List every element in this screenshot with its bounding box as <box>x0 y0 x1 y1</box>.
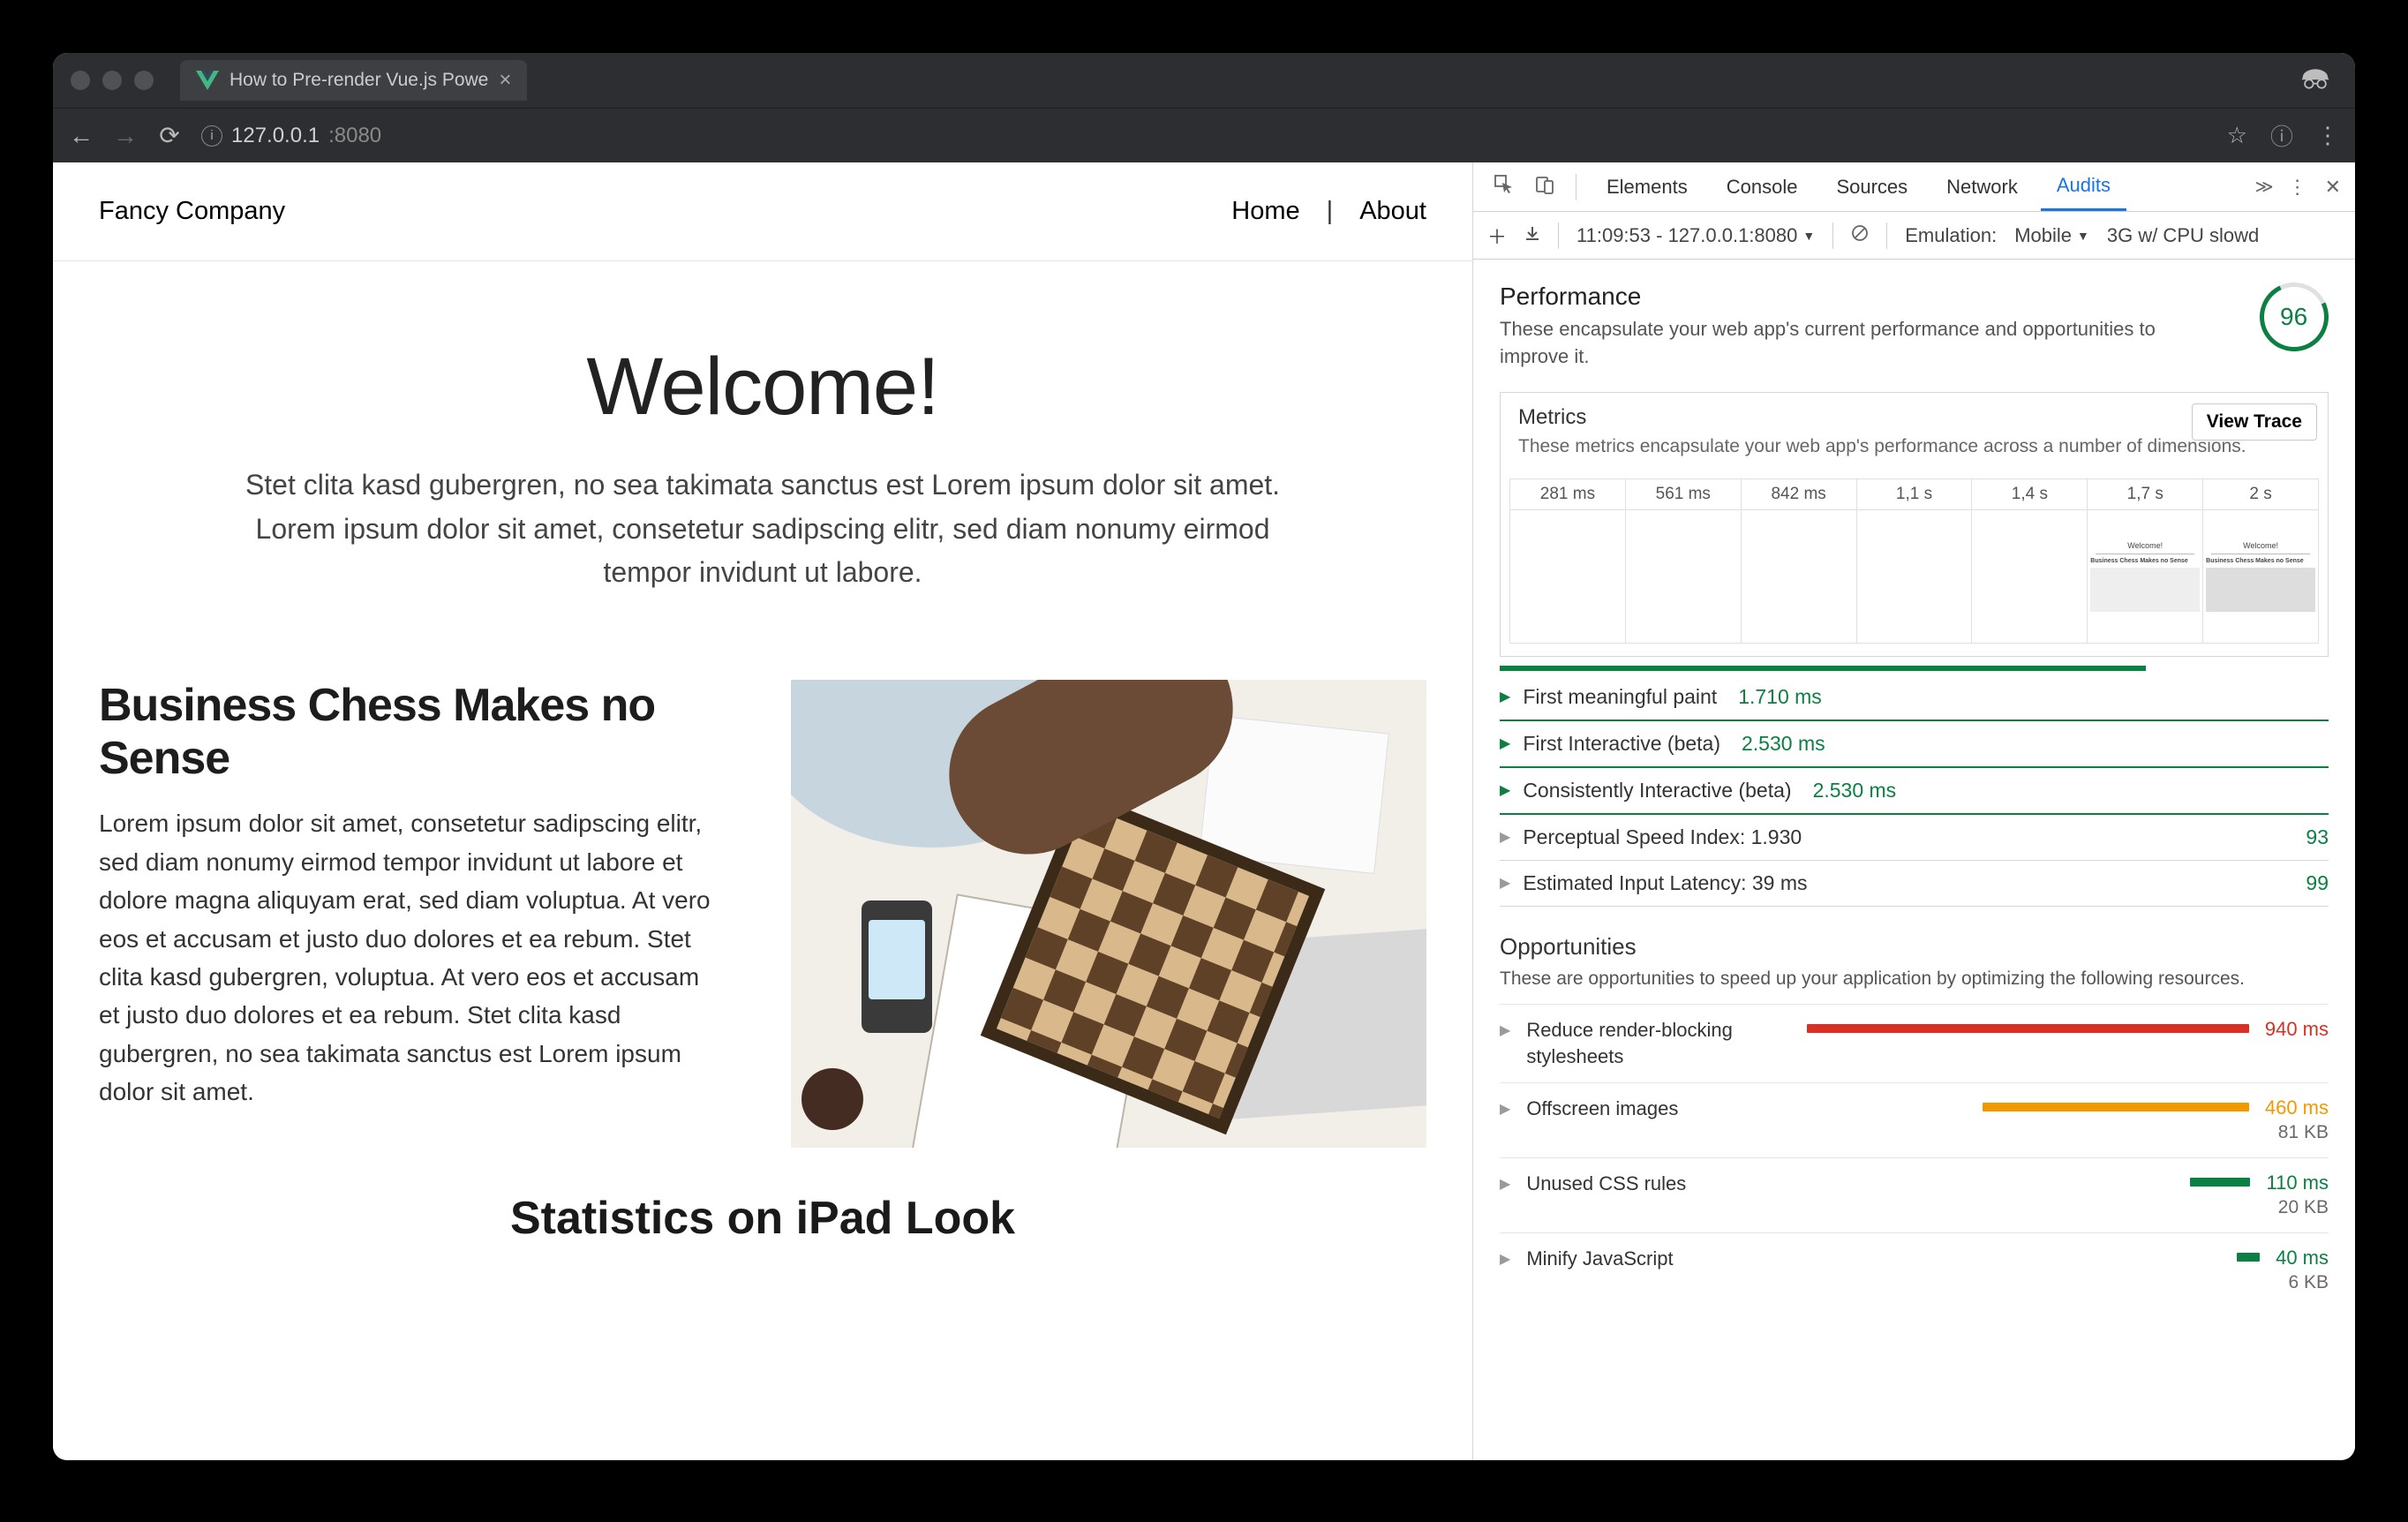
tab-strip: How to Pre-render Vue.js Powe × <box>53 53 2355 108</box>
article-heading: Business Chess Makes no Sense <box>99 680 754 786</box>
url-host: 127.0.0.1 <box>231 124 320 148</box>
devtools-panel: Elements Console Sources Network Audits … <box>1472 162 2355 1460</box>
expand-icon: ▶ <box>1500 874 1510 892</box>
back-button[interactable]: ← <box>69 122 94 150</box>
devtools-tabbar: Elements Console Sources Network Audits … <box>1473 162 2355 212</box>
opp-render-blocking[interactable]: ▶ Reduce render-blocking stylesheets 940… <box>1500 1004 2329 1081</box>
tab-elements[interactable]: Elements <box>1591 162 1704 211</box>
download-report-icon[interactable] <box>1524 224 1540 247</box>
url-display[interactable]: i 127.0.0.1 :8080 <box>201 124 381 148</box>
tab-sources[interactable]: Sources <box>1820 162 1923 211</box>
close-tab-icon[interactable]: × <box>499 68 511 93</box>
hero-heading: Welcome! <box>230 341 1296 433</box>
reload-button[interactable]: ⟳ <box>157 121 182 150</box>
timeline-bar <box>1500 666 2146 671</box>
expand-icon: ▶ <box>1500 735 1510 752</box>
performance-score: 96 <box>2250 273 2338 361</box>
device-toolbar-icon[interactable] <box>1528 175 1561 200</box>
opportunity-bar <box>2190 1178 2250 1187</box>
desktop-background: How to Pre-render Vue.js Powe × ← → ⟳ i … <box>0 0 2408 1522</box>
new-audit-icon[interactable]: ＋ <box>1487 222 1507 250</box>
report-selector[interactable]: 11:09:53 - 127.0.0.1:8080 ▼ <box>1576 224 1815 247</box>
nav-link-about[interactable]: About <box>1359 197 1426 226</box>
site-navbar: Fancy Company Home | About <box>53 162 1472 261</box>
performance-desc: These encapsulate your web app's current… <box>1500 316 2171 371</box>
browser-tab[interactable]: How to Pre-render Vue.js Powe × <box>180 60 527 101</box>
content-area: Fancy Company Home | About Welcome! Stet… <box>53 162 2355 1460</box>
expand-icon: ▶ <box>1500 1096 1510 1118</box>
opp-minify-js[interactable]: ▶ Minify JavaScript 40 ms6 KB <box>1500 1232 2329 1307</box>
expand-icon: ▶ <box>1500 688 1510 705</box>
brand-logo[interactable]: Fancy Company <box>99 197 285 226</box>
tab-title: How to Pre-render Vue.js Powe <box>230 70 488 91</box>
close-dot-icon[interactable] <box>71 71 90 90</box>
browser-menu-icon[interactable]: ⋮ <box>2316 122 2339 149</box>
browser-window: How to Pre-render Vue.js Powe × ← → ⟳ i … <box>53 53 2355 1460</box>
metric-first-interactive[interactable]: ▶ First Interactive (beta) 2.530 ms <box>1500 721 2329 768</box>
address-bar: ← → ⟳ i 127.0.0.1 :8080 ☆ ⓘ ⋮ <box>53 108 2355 162</box>
network-throttle[interactable]: 3G w/ CPU slowd <box>2107 224 2259 247</box>
vue-favicon-icon <box>196 71 219 90</box>
opp-unused-css[interactable]: ▶ Unused CSS rules 110 ms20 KB <box>1500 1157 2329 1232</box>
hero-section: Welcome! Stet clita kasd gubergren, no s… <box>53 261 1472 648</box>
article-paragraph: Lorem ipsum dolor sit amet, consetetur s… <box>99 804 717 1111</box>
audits-report: Performance These encapsulate your web a… <box>1473 260 2355 1460</box>
minimize-dot-icon[interactable] <box>102 71 122 90</box>
nav-link-home[interactable]: Home <box>1231 197 1299 226</box>
next-article-heading: Statistics on iPad Look <box>53 1148 1472 1245</box>
devtools-menu-icon[interactable]: ⋮ <box>2288 176 2307 199</box>
opportunity-bar <box>1807 1024 2249 1033</box>
opportunity-bar <box>2237 1253 2260 1262</box>
forward-button[interactable]: → <box>113 122 138 150</box>
opportunities-section: Opportunities These are opportunities to… <box>1500 933 2329 1307</box>
filmstrip: 281 ms 561 ms 842 ms 1,1 s 1,4 s 1,7 sWe… <box>1501 471 2328 656</box>
hero-paragraph: Stet clita kasd gubergren, no sea takima… <box>230 463 1296 595</box>
url-port: :8080 <box>328 124 381 148</box>
expand-icon: ▶ <box>1500 1017 1510 1039</box>
metric-consistently-interactive[interactable]: ▶ Consistently Interactive (beta) 2.530 … <box>1500 768 2329 815</box>
rendered-page: Fancy Company Home | About Welcome! Stet… <box>53 162 1472 1460</box>
article-image <box>791 680 1426 1148</box>
opportunity-bar <box>1983 1103 2249 1111</box>
expand-icon: ▶ <box>1500 781 1510 799</box>
opportunities-desc: These are opportunities to speed up your… <box>1500 966 2329 991</box>
metric-input-latency[interactable]: ▶ Estimated Input Latency: 39 ms 99 <box>1500 861 2329 907</box>
incognito-icon <box>2299 65 2332 96</box>
expand-icon: ▶ <box>1500 1171 1510 1193</box>
tab-audits[interactable]: Audits <box>2041 162 2126 211</box>
devtools-close-icon[interactable]: ✕ <box>2325 176 2341 199</box>
emulation-selector[interactable]: Mobile ▼ <box>2014 224 2089 247</box>
site-info-icon[interactable]: i <box>201 125 222 147</box>
expand-icon: ▶ <box>1500 1246 1510 1268</box>
article-section: Business Chess Makes no Sense Lorem ipsu… <box>53 648 1472 1148</box>
opportunities-heading: Opportunities <box>1500 933 2329 961</box>
tab-network[interactable]: Network <box>1930 162 2034 211</box>
overflow-tabs-icon[interactable]: ≫ <box>2255 176 2270 198</box>
inspect-element-icon[interactable] <box>1487 175 1521 200</box>
expand-icon: ▶ <box>1500 828 1510 846</box>
bookmark-star-icon[interactable]: ☆ <box>2227 122 2247 149</box>
nav-separator: | <box>1327 197 1334 226</box>
clear-icon[interactable] <box>1851 224 1869 247</box>
view-trace-button[interactable]: View Trace <box>2192 403 2317 441</box>
maximize-dot-icon[interactable] <box>134 71 154 90</box>
tab-console[interactable]: Console <box>1711 162 1814 211</box>
opp-offscreen-images[interactable]: ▶ Offscreen images 460 ms81 KB <box>1500 1082 2329 1157</box>
window-controls[interactable] <box>71 71 154 90</box>
audits-toolbar: ＋ 11:09:53 - 127.0.0.1:8080 ▼ Emulation:… <box>1473 212 2355 260</box>
metric-fmp[interactable]: ▶ First meaningful paint 1.710 ms <box>1500 674 2329 721</box>
metric-speed-index[interactable]: ▶ Perceptual Speed Index: 1.930 93 <box>1500 815 2329 861</box>
performance-heading: Performance <box>1500 283 2171 311</box>
metrics-card: View Trace Metrics These metrics encapsu… <box>1500 392 2329 657</box>
emulation-label: Emulation: <box>1905 224 1997 247</box>
page-info-icon[interactable]: ⓘ <box>2270 119 2293 152</box>
